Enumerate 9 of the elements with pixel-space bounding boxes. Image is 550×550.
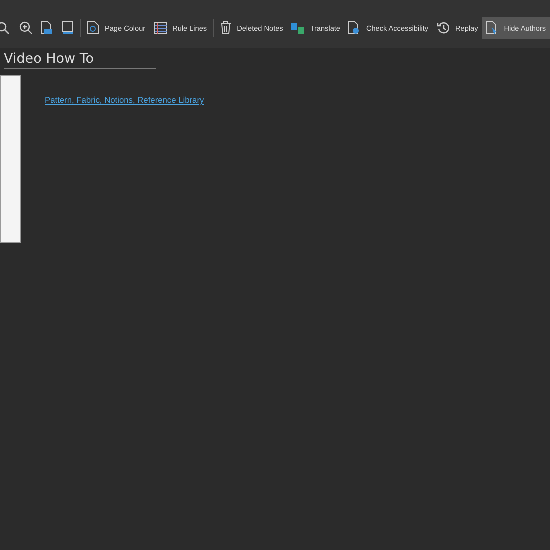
page-palette-icon <box>87 21 100 35</box>
ruled-page-icon <box>154 22 168 34</box>
history-icon <box>436 21 451 35</box>
library-link[interactable]: Pattern, Fabric, Notions, Reference Library <box>45 95 204 105</box>
trash-icon <box>220 21 232 35</box>
document-check-icon <box>348 21 362 35</box>
page-title: Video How To <box>4 51 156 69</box>
translate-icon <box>291 22 306 34</box>
document-cursor-icon <box>486 21 500 35</box>
